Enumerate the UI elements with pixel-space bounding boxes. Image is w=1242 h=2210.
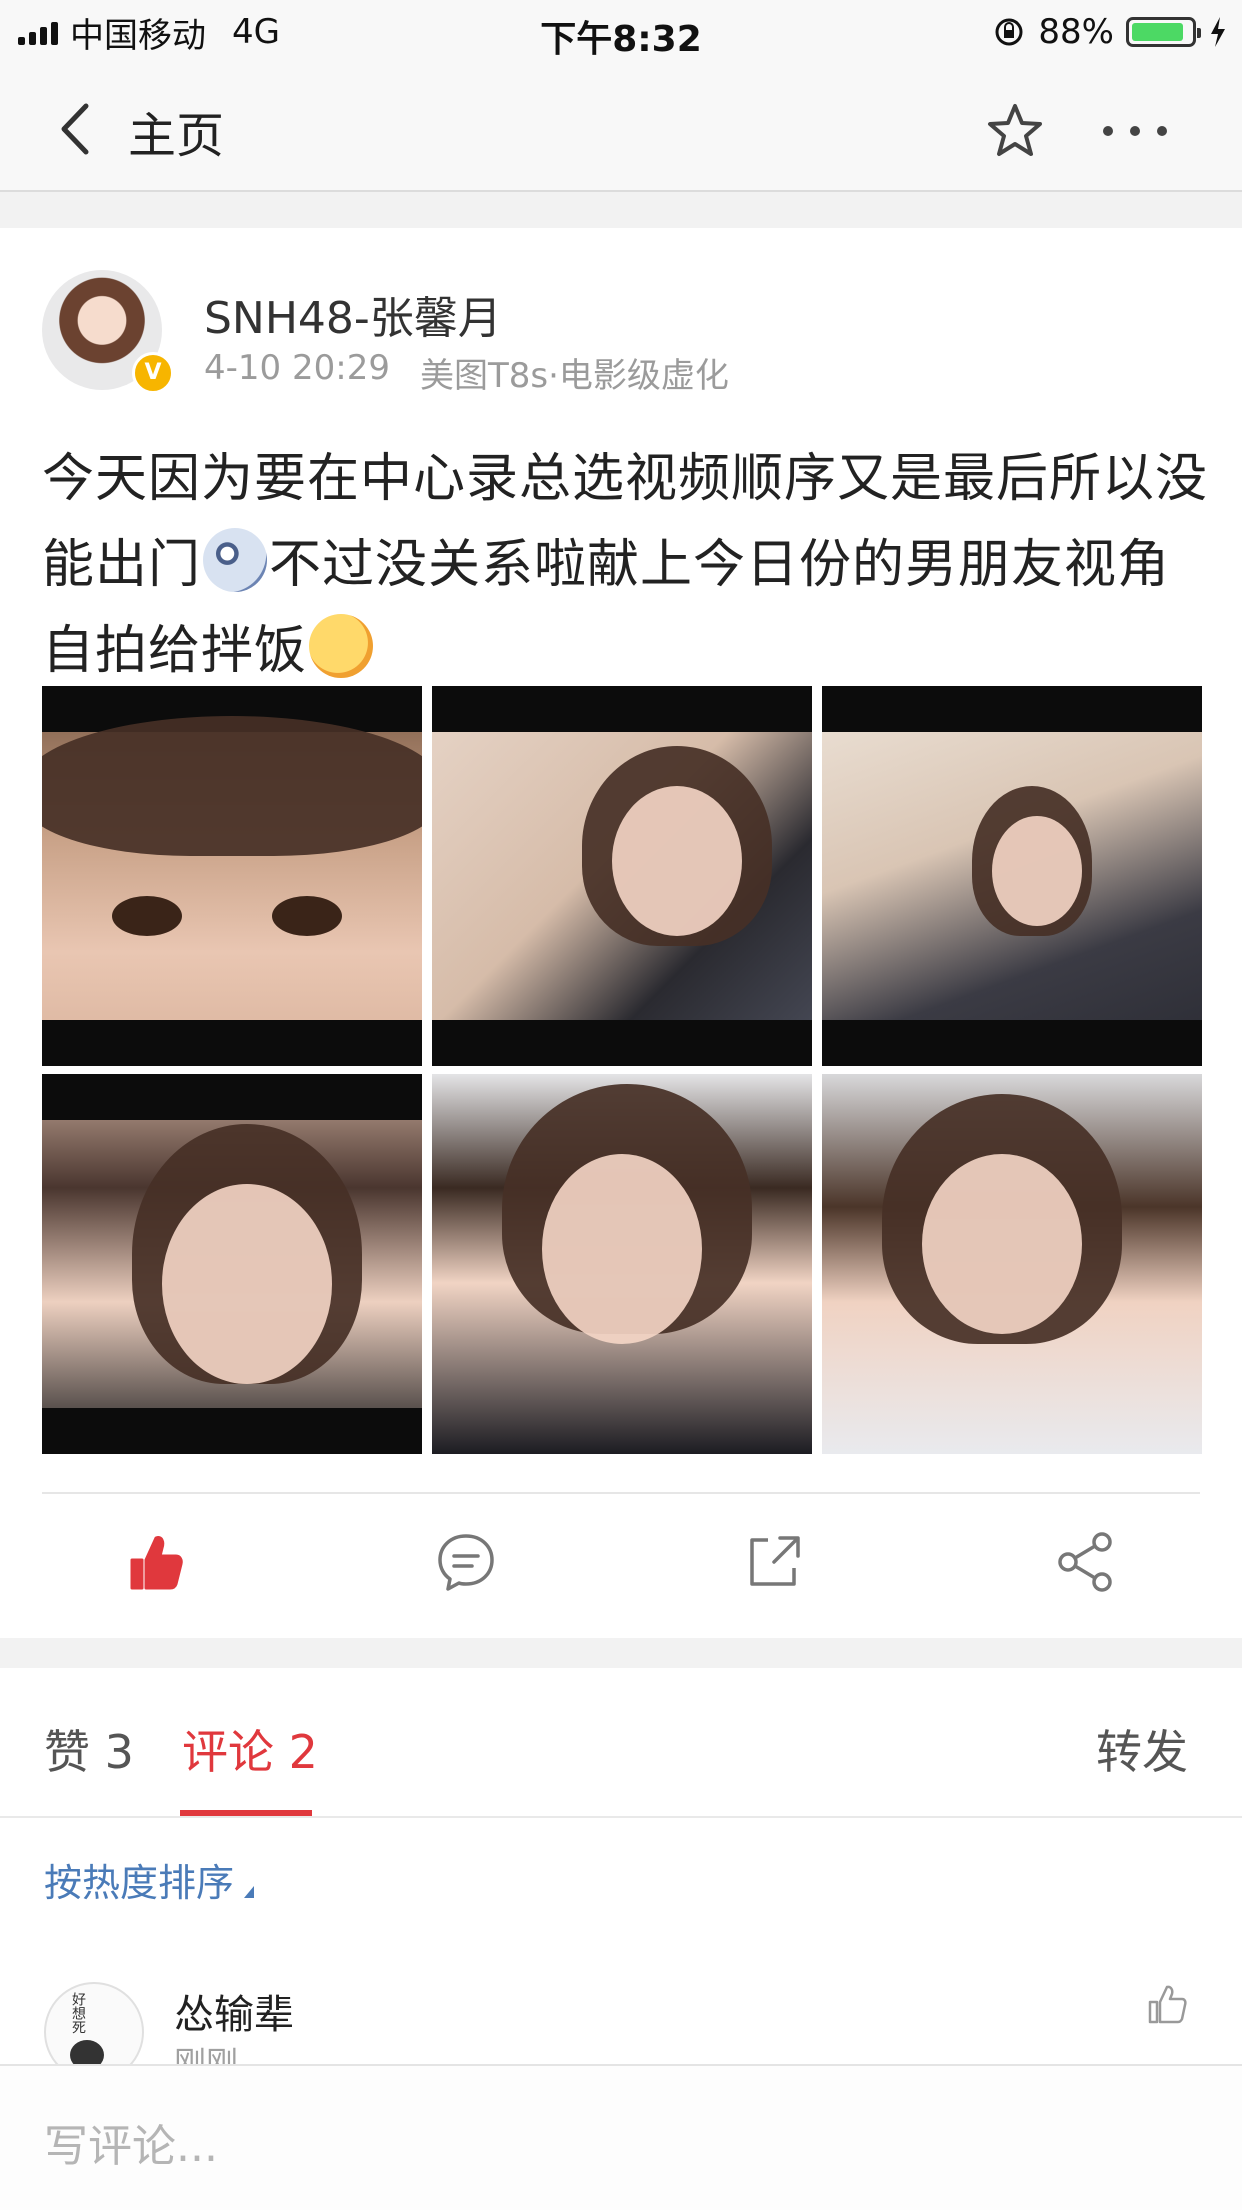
share-button[interactable] bbox=[1046, 1522, 1126, 1602]
more-button[interactable] bbox=[1090, 96, 1180, 166]
sort-dropdown[interactable]: 按热度排序 bbox=[44, 1852, 255, 1907]
comment-like-button[interactable] bbox=[1142, 1978, 1194, 2030]
reply-bar: 写评论... bbox=[0, 2064, 1242, 2210]
share-icon bbox=[1058, 1532, 1112, 1592]
post-text: 今天因为要在中心录总选视频顺序又是最后所以没能出门 不过没关系啦献上今日份的男朋友… bbox=[42, 436, 1212, 694]
back-button[interactable] bbox=[48, 94, 118, 164]
shy-face-emoji-icon bbox=[309, 614, 374, 678]
thumbs-up-icon bbox=[1148, 1985, 1187, 2024]
tab-repost[interactable]: 转发 bbox=[1096, 1716, 1188, 1782]
status-bar: 中国移动 4G 下午8:32 88% bbox=[0, 0, 1242, 64]
comment-icon bbox=[438, 1534, 494, 1591]
post-source: 美图T8s·电影级虚化 bbox=[419, 356, 729, 396]
battery-icon bbox=[1126, 17, 1201, 47]
repost-button[interactable] bbox=[734, 1522, 814, 1602]
post-time: 4-10 20:29 bbox=[204, 348, 390, 388]
post-photo-6[interactable] bbox=[822, 1074, 1202, 1454]
author-name[interactable]: SNH48-张馨月 bbox=[204, 282, 502, 346]
nav-bar: 主页 bbox=[0, 64, 1242, 192]
post-photo-5[interactable] bbox=[432, 1074, 812, 1454]
commenter-name[interactable]: 怂输辈 bbox=[174, 1982, 294, 2040]
comment-input[interactable]: 写评论... bbox=[44, 2110, 218, 2174]
chevron-left-icon bbox=[61, 103, 89, 155]
orientation-lock-icon bbox=[995, 18, 1023, 46]
battery-percent: 88% bbox=[1038, 12, 1114, 52]
crying-face-emoji-icon bbox=[203, 528, 268, 592]
divider bbox=[0, 1816, 1242, 1818]
comment-button[interactable] bbox=[426, 1522, 506, 1602]
repost-icon bbox=[750, 1536, 800, 1586]
divider bbox=[42, 1492, 1200, 1494]
section-gap bbox=[0, 192, 1242, 228]
section-gap bbox=[0, 1638, 1242, 1668]
post-photo-1[interactable] bbox=[42, 686, 422, 1066]
post-meta: 4-10 20:29 美图T8s·电影级虚化 bbox=[204, 348, 729, 397]
charging-icon bbox=[1211, 17, 1225, 47]
triangle-down-icon bbox=[244, 1886, 255, 1898]
tab-comments[interactable]: 评论 2 bbox=[182, 1716, 318, 1782]
thumbs-up-icon bbox=[130, 1536, 183, 1590]
like-button[interactable] bbox=[116, 1522, 196, 1602]
star-icon bbox=[988, 104, 1042, 156]
post-photo-3[interactable] bbox=[822, 686, 1202, 1066]
status-right: 88% bbox=[992, 10, 1228, 54]
favorite-button[interactable] bbox=[980, 96, 1050, 166]
nav-title: 主页 bbox=[128, 108, 225, 164]
post-photo-2[interactable] bbox=[432, 686, 812, 1066]
tab-likes[interactable]: 赞 3 bbox=[44, 1716, 134, 1782]
verified-badge-icon: V bbox=[132, 352, 174, 394]
sort-label: 按热度排序 bbox=[44, 1861, 235, 1905]
more-icon bbox=[1103, 126, 1167, 136]
post-photo-4[interactable] bbox=[42, 1074, 422, 1454]
avatar-sticker-text: 好想死 bbox=[70, 1992, 86, 2034]
